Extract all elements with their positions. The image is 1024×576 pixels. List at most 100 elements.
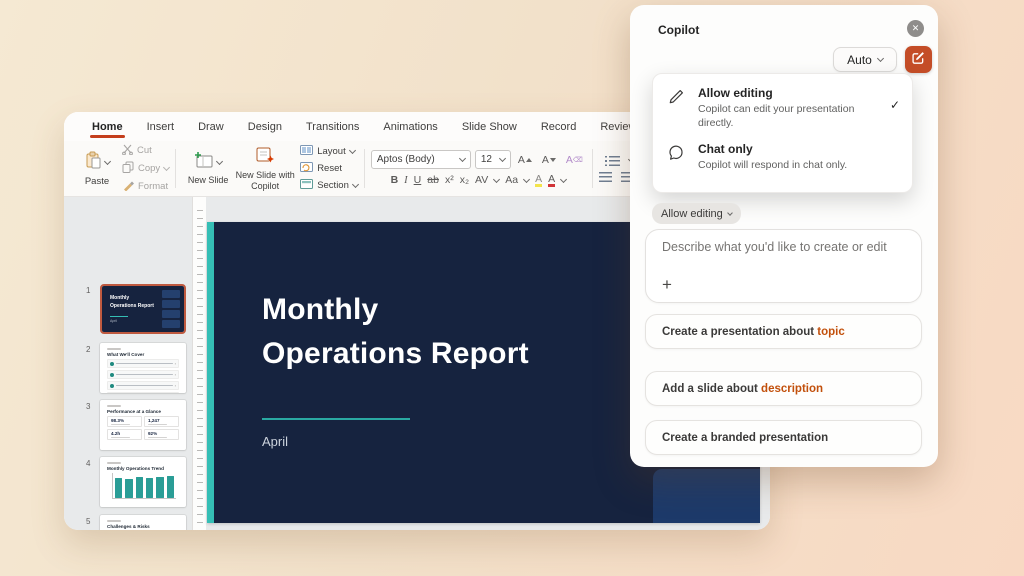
slide-title-divider [262, 418, 410, 420]
paste-label: Paste [85, 176, 109, 187]
chevron-down-icon [727, 210, 733, 216]
check-icon: ✓ [890, 86, 900, 130]
tab-draw[interactable]: Draw [186, 121, 236, 141]
suggestion-keyword: topic [817, 326, 844, 338]
vertical-ruler [192, 197, 206, 530]
mode-pill-label: Allow editing [661, 208, 723, 220]
prompt-input-card[interactable]: + [645, 229, 922, 303]
copy-icon [122, 161, 134, 176]
chat-bubble-icon [667, 142, 687, 172]
tab-insert[interactable]: Insert [135, 121, 187, 141]
thumb3-kicker [107, 405, 121, 407]
new-slide-with-copilot-button[interactable]: New Slide with Copilot [234, 146, 296, 191]
slide-number: 1 [86, 286, 90, 295]
tab-slide-show[interactable]: Slide Show [450, 121, 529, 141]
editing-mode-menu: Allow editing Copilot can edit your pres… [652, 73, 913, 193]
font-size-value: 12 [481, 154, 492, 165]
paste-button[interactable]: Paste [74, 151, 120, 187]
slide-number: 2 [86, 345, 90, 354]
slide-thumbnail-4[interactable]: Monthly Operations Trend [100, 457, 186, 507]
slide-number: 3 [86, 402, 90, 411]
slide-thumbnail-5[interactable]: Challenges & Risks [100, 515, 186, 530]
menu-item-chat-only[interactable]: Chat only Copilot will respond in chat o… [653, 130, 912, 172]
tab-record[interactable]: Record [529, 121, 588, 141]
chevron-down-icon [163, 163, 170, 170]
chevron-down-icon [103, 158, 110, 165]
superscript-button[interactable]: x² [445, 174, 454, 186]
shrink-font-button[interactable]: A [539, 154, 559, 166]
bold-button[interactable]: B [391, 174, 399, 186]
tab-design[interactable]: Design [236, 121, 294, 141]
chevron-down-icon [560, 175, 567, 182]
plus-icon[interactable]: + [662, 276, 672, 293]
align-left-button[interactable] [599, 172, 612, 182]
layout-icon [300, 145, 313, 158]
copilot-panel: Copilot ✕ Auto Allow editing Copilot can… [630, 5, 938, 467]
underline-button[interactable]: U [414, 174, 422, 186]
slide-thumbnail-2[interactable]: What We'll Cover › › › › [100, 343, 186, 393]
font-color-button[interactable]: A [548, 173, 555, 187]
format-painter-button[interactable]: Format [122, 179, 169, 194]
prompt-input[interactable] [662, 240, 907, 254]
thumb2-title: What We'll Cover [107, 352, 186, 357]
paste-clipboard-icon [85, 151, 102, 175]
section-button[interactable]: Section [300, 179, 358, 192]
copy-button[interactable]: Copy [122, 161, 169, 176]
triangle-up-icon [526, 158, 532, 162]
cut-button[interactable]: Cut [122, 144, 169, 158]
menu-item-title: Chat only [698, 142, 900, 156]
character-spacing-button[interactable]: AV [475, 174, 488, 186]
strikethrough-button[interactable]: ab [427, 174, 439, 186]
tab-animations[interactable]: Animations [371, 121, 449, 141]
auto-mode-dropdown[interactable]: Auto [833, 47, 897, 72]
close-icon[interactable]: ✕ [907, 20, 924, 37]
font-name-select[interactable]: Aptos (Body) [371, 150, 471, 169]
text-highlight-button[interactable]: A [535, 173, 542, 187]
chevron-down-icon [216, 158, 223, 165]
format-painter-icon [122, 179, 134, 194]
change-case-button[interactable]: Aa [505, 174, 518, 186]
new-chat-button[interactable] [905, 46, 932, 73]
suggestion-text: Create a branded presentation [662, 432, 828, 444]
slide-thumbnail-3[interactable]: Performance at a Glance 98.3% 1,247 4.2h… [100, 400, 186, 450]
layout-button[interactable]: Layout [300, 145, 358, 158]
clear-formatting-button[interactable]: A⌫ [563, 154, 586, 166]
tab-home[interactable]: Home [80, 121, 135, 141]
suggestion-branded-presentation[interactable]: Create a branded presentation [645, 420, 922, 455]
slide-thumbnail-1[interactable]: Monthly Operations Report April [100, 284, 186, 334]
subscript-button[interactable]: x₂ [460, 174, 469, 186]
chevron-down-icon [493, 175, 500, 182]
reset-icon [300, 162, 313, 175]
menu-item-description: Copilot can edit your presentation direc… [698, 102, 856, 130]
reset-label: Reset [317, 163, 342, 174]
pencil-icon [667, 86, 687, 130]
tab-transitions[interactable]: Transitions [294, 121, 371, 141]
format-label: Format [138, 181, 168, 192]
reset-button[interactable]: Reset [300, 162, 358, 175]
slide-title[interactable]: Monthly Operations Report [262, 288, 592, 375]
suggestion-keyword: description [761, 383, 823, 395]
thumb2-list: › › › › [100, 359, 186, 393]
slide-corner-shape [653, 469, 760, 523]
suggestion-create-presentation[interactable]: Create a presentation about topic [645, 314, 922, 349]
grow-font-button[interactable]: A [515, 154, 535, 166]
mode-pill[interactable]: Allow editing [652, 203, 741, 224]
thumb3-title: Performance at a Glance [107, 409, 186, 414]
slide-number: 5 [86, 517, 90, 526]
new-slide-copilot-icon [255, 146, 275, 169]
ribbon-divider [592, 149, 593, 188]
font-size-select[interactable]: 12 [475, 150, 511, 169]
desktop-background: Home Insert Draw Design Transitions Anim… [0, 0, 1024, 576]
italic-button[interactable]: I [404, 175, 408, 186]
bullets-button[interactable] [605, 156, 620, 166]
thumb1-subtitle: April [110, 319, 117, 323]
new-slide-label: New Slide [188, 175, 229, 185]
menu-item-description: Copilot will respond in chat only. [698, 158, 856, 172]
slide-subtitle[interactable]: April [262, 434, 288, 449]
thumb5-kicker [107, 520, 121, 522]
menu-item-allow-editing[interactable]: Allow editing Copilot can edit your pres… [653, 74, 912, 130]
new-slide-button[interactable]: New Slide [182, 151, 234, 185]
new-slide-copilot-label: New Slide with Copilot [234, 170, 296, 191]
thumb4-title: Monthly Operations Trend [107, 466, 186, 471]
suggestion-add-slide[interactable]: Add a slide about description [645, 371, 922, 406]
